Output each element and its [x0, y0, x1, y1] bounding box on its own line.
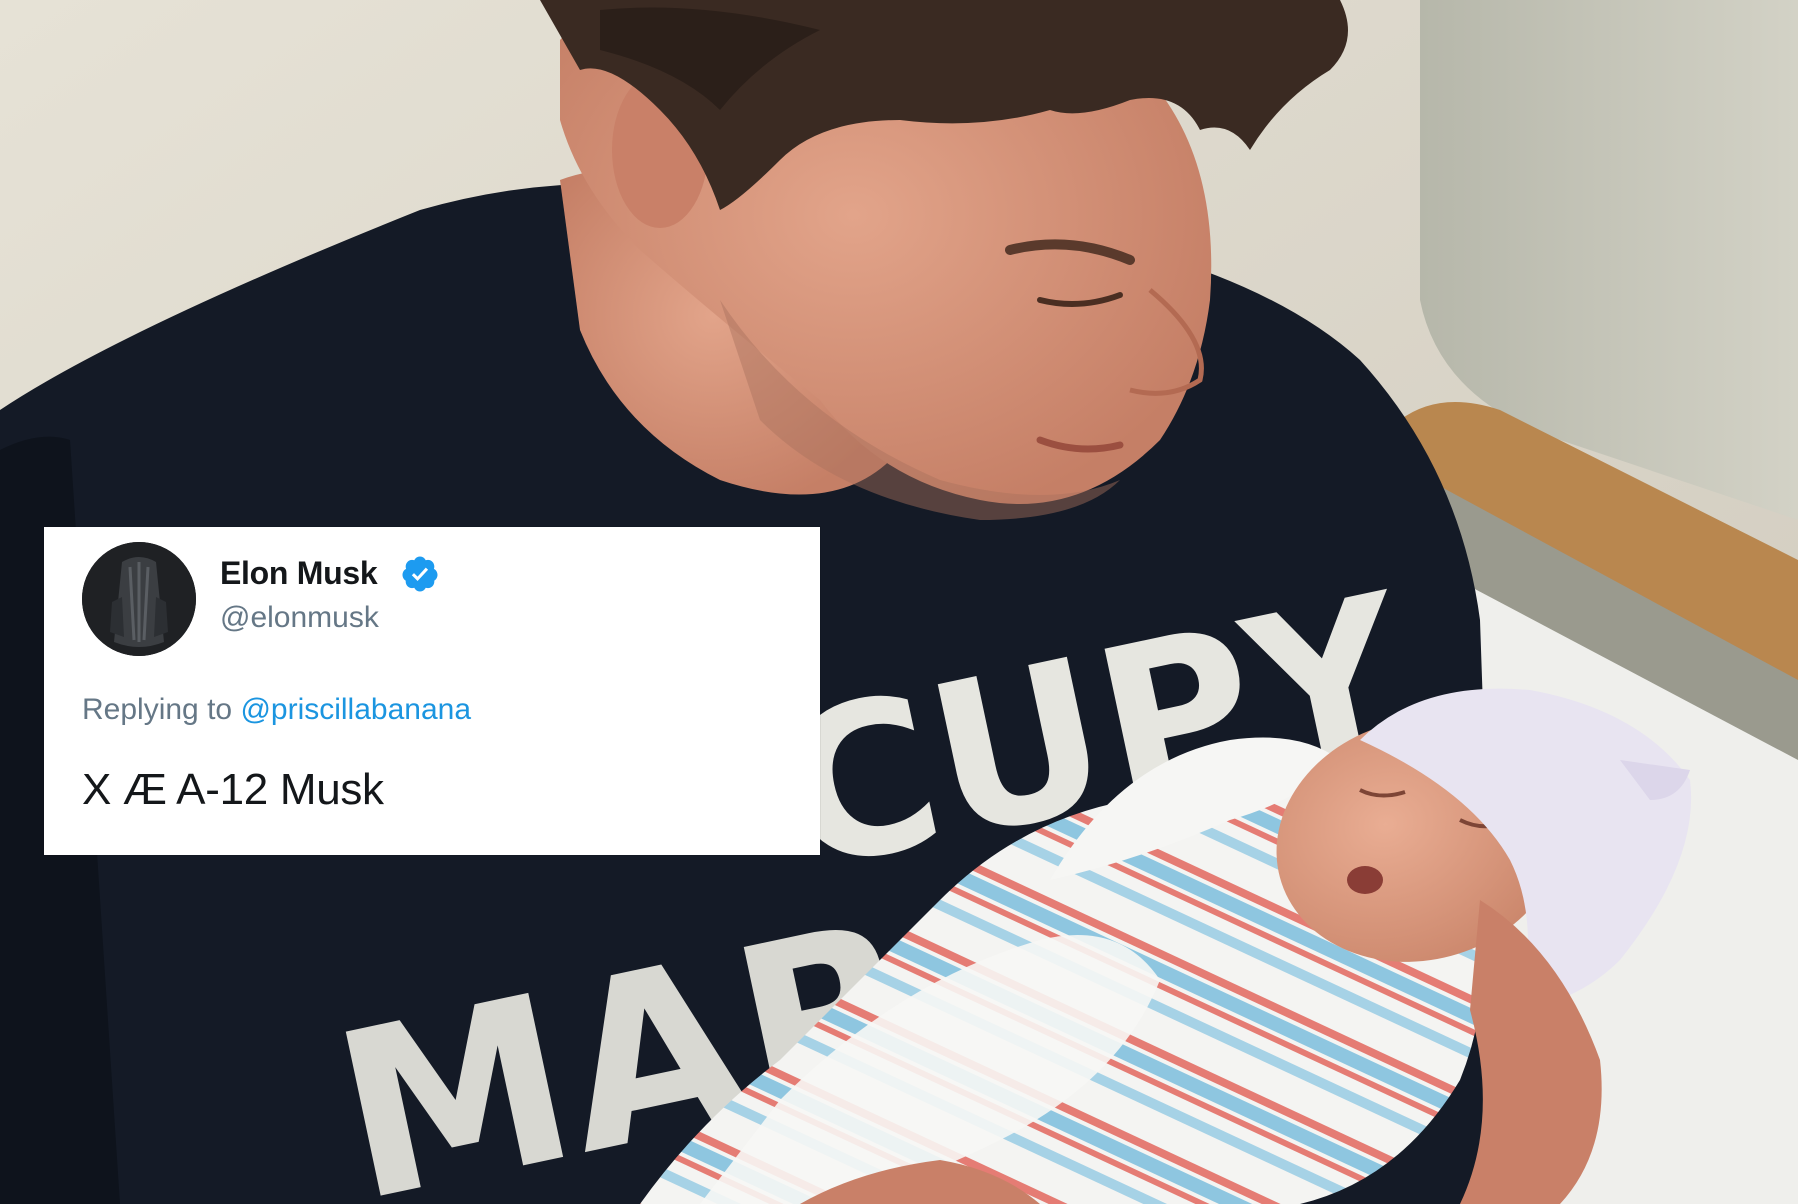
replying-prefix: Replying to: [82, 693, 233, 726]
tweet-text: X Æ A-12 Musk: [82, 765, 384, 814]
tweet-card[interactable]: Elon Musk @elonmusk Replying to @priscil…: [44, 527, 820, 855]
author-avatar[interactable]: [82, 542, 196, 656]
replying-to-line: Replying to @priscillabanana: [82, 693, 471, 727]
avatar-icon: [82, 542, 196, 656]
verified-badge-icon: [402, 556, 438, 592]
author-handle[interactable]: @elonmusk: [220, 601, 379, 635]
author-name[interactable]: Elon Musk: [220, 555, 378, 592]
replying-to-mention[interactable]: @priscillabanana: [240, 693, 471, 726]
